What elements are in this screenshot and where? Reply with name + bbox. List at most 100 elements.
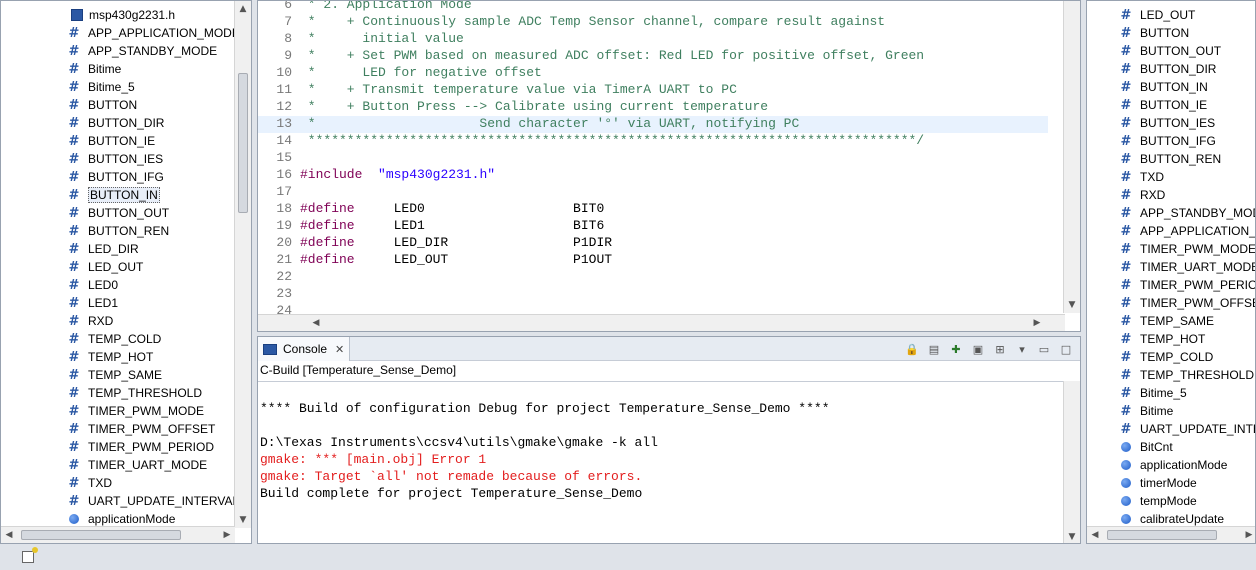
- scrollbar-thumb[interactable]: [238, 73, 248, 213]
- outline-item[interactable]: # RXD: [67, 312, 114, 330]
- code-line[interactable]: 18 #define LED0 BIT0: [258, 201, 1048, 218]
- outline-left-horizontal-scrollbar[interactable]: ◀ ▶: [1, 526, 235, 543]
- scroll-down-icon[interactable]: ▼: [1064, 529, 1080, 543]
- outline-item[interactable]: # TEMP_COLD: [67, 330, 162, 348]
- tab-console[interactable]: Console ✕: [258, 337, 350, 361]
- outline-item[interactable]: msp430g2231.h: [71, 6, 175, 24]
- outline-item[interactable]: # BUTTON_IFG: [67, 168, 164, 186]
- outline-item[interactable]: # APP_APPLICATION_MODE: [67, 24, 240, 42]
- outline-item[interactable]: # BUTTON_IN: [67, 186, 160, 204]
- outline-item[interactable]: # Bitime: [1119, 402, 1174, 420]
- scroll-right-icon[interactable]: ▶: [1241, 527, 1255, 543]
- code-line[interactable]: 17: [258, 184, 1048, 201]
- outline-item[interactable]: # BUTTON: [1119, 24, 1190, 42]
- outline-item[interactable]: # LED0: [67, 276, 118, 294]
- outline-item[interactable]: # TEMP_HOT: [1119, 330, 1206, 348]
- scroll-up-icon[interactable]: ▲: [235, 1, 251, 17]
- outline-item[interactable]: # TEMP_SAME: [67, 366, 162, 384]
- code-editor[interactable]: 6 * 2. Application Mode 7 * + Continuousl…: [257, 0, 1081, 332]
- outline-item[interactable]: # TIMER_UART_MODE: [1119, 258, 1255, 276]
- scroll-right-icon[interactable]: ▶: [219, 527, 235, 543]
- outline-item[interactable]: # BUTTON_DIR: [1119, 60, 1217, 78]
- minimize-icon[interactable]: ▭: [1036, 341, 1052, 357]
- scrollbar-thumb[interactable]: [1107, 530, 1217, 540]
- outline-item[interactable]: # Bitime: [67, 60, 122, 78]
- code-line[interactable]: 12 * + Button Press --> Calibrate using …: [258, 99, 1048, 116]
- outline-item[interactable]: timerMode: [1119, 474, 1197, 492]
- outline-item[interactable]: # LED_DIR: [67, 240, 139, 258]
- scroll-left-icon[interactable]: ◀: [1, 527, 17, 543]
- code-line[interactable]: 9 * + Set PWM based on measured ADC offs…: [258, 48, 1048, 65]
- outline-item[interactable]: # TEMP_THRESHOLD: [1119, 366, 1254, 384]
- outline-item[interactable]: # BUTTON_IFG: [1119, 132, 1216, 150]
- outline-item[interactable]: # BUTTON: [67, 96, 138, 114]
- editor-horizontal-scrollbar[interactable]: ◀ ▶: [258, 314, 1065, 331]
- scroll-left-icon[interactable]: ◀: [308, 315, 324, 331]
- outline-item[interactable]: # APP_APPLICATION_I: [1119, 222, 1255, 240]
- outline-item[interactable]: # TXD: [1119, 168, 1164, 186]
- outline-item[interactable]: BitCnt: [1119, 438, 1173, 456]
- outline-item[interactable]: tempMode: [1119, 492, 1197, 510]
- outline-item[interactable]: # TXD: [67, 474, 112, 492]
- code-line[interactable]: 21 #define LED_OUT P1OUT: [258, 252, 1048, 269]
- outline-item[interactable]: # LED_OUT: [1119, 6, 1196, 24]
- scroll-down-icon[interactable]: ▼: [1064, 297, 1080, 313]
- outline-item[interactable]: # BUTTON_OUT: [67, 204, 170, 222]
- outline-item[interactable]: # RXD: [1119, 186, 1166, 204]
- outline-item[interactable]: # TIMER_PWM_OFFSET: [1119, 294, 1255, 312]
- console-output[interactable]: **** Build of configuration Debug for pr…: [258, 381, 1065, 543]
- outline-item[interactable]: # TEMP_SAME: [1119, 312, 1214, 330]
- code-line[interactable]: 19 #define LED1 BIT6: [258, 218, 1048, 235]
- code-line[interactable]: 6 * 2. Application Mode: [258, 1, 1048, 14]
- code-line[interactable]: 16 #include "msp430g2231.h": [258, 167, 1048, 184]
- outline-item[interactable]: # TEMP_HOT: [67, 348, 154, 366]
- code-line[interactable]: 7 * + Continuously sample ADC Temp Senso…: [258, 14, 1048, 31]
- outline-item[interactable]: # UART_UPDATE_INTE: [1119, 420, 1255, 438]
- outline-item[interactable]: # BUTTON_DIR: [67, 114, 165, 132]
- outline-item[interactable]: # APP_STANDBY_MOD: [1119, 204, 1255, 222]
- code-line[interactable]: 11 * + Transmit temperature value via Ti…: [258, 82, 1048, 99]
- close-icon[interactable]: ✕: [335, 343, 344, 356]
- outline-item[interactable]: applicationMode: [1119, 456, 1227, 474]
- outline-right-horizontal-scrollbar[interactable]: ◀ ▶: [1087, 526, 1255, 543]
- outline-item[interactable]: # LED_OUT: [67, 258, 144, 276]
- code-line[interactable]: 22: [258, 269, 1048, 286]
- outline-item[interactable]: # BUTTON_REN: [67, 222, 170, 240]
- outline-item[interactable]: # LED1: [67, 294, 118, 312]
- code-line[interactable]: 10 * LED for negative offset: [258, 65, 1048, 82]
- outline-item[interactable]: # TIMER_UART_MODE: [67, 456, 208, 474]
- outline-item[interactable]: # BUTTON_IN: [1119, 78, 1208, 96]
- outline-item[interactable]: # Bitime_5: [1119, 384, 1187, 402]
- scrollbar-thumb[interactable]: [21, 530, 181, 540]
- open-console-icon[interactable]: ⊞: [992, 341, 1008, 357]
- outline-item[interactable]: # TEMP_COLD: [1119, 348, 1214, 366]
- outline-item[interactable]: # UART_UPDATE_INTERVAL: [67, 492, 240, 510]
- scroll-down-icon[interactable]: ▼: [235, 512, 251, 528]
- outline-item[interactable]: # Bitime_5: [67, 78, 135, 96]
- maximize-icon[interactable]: □: [1058, 341, 1074, 357]
- outline-item[interactable]: # BUTTON_OUT: [1119, 42, 1222, 60]
- console-vertical-scrollbar[interactable]: ▼: [1063, 381, 1080, 543]
- outline-item[interactable]: # TIMER_PWM_PERIOD: [67, 438, 214, 456]
- outline-item[interactable]: # TEMP_THRESHOLD: [67, 384, 202, 402]
- pin-console-icon[interactable]: ✚: [948, 341, 964, 357]
- code-line[interactable]: 15: [258, 150, 1048, 167]
- code-line[interactable]: 8 * initial value: [258, 31, 1048, 48]
- outline-item[interactable]: # TIMER_PWM_OFFSET: [67, 420, 216, 438]
- view-menu-icon[interactable]: ▾: [1014, 341, 1030, 357]
- outline-item[interactable]: # APP_STANDBY_MODE: [67, 42, 218, 60]
- display-console-icon[interactable]: ▣: [970, 341, 986, 357]
- code-line[interactable]: 13 * Send character '°' via UART, notify…: [258, 116, 1048, 133]
- outline-item[interactable]: # BUTTON_IES: [1119, 114, 1216, 132]
- outline-item[interactable]: # TIMER_PWM_PERIOD: [1119, 276, 1255, 294]
- outline-item[interactable]: # TIMER_PWM_MODE: [1119, 240, 1255, 258]
- scroll-right-icon[interactable]: ▶: [1029, 315, 1045, 331]
- lock-icon[interactable]: 🔒: [904, 341, 920, 357]
- clear-console-icon[interactable]: ▤: [926, 341, 942, 357]
- code-line[interactable]: 20 #define LED_DIR P1DIR: [258, 235, 1048, 252]
- outline-item[interactable]: # BUTTON_IE: [67, 132, 156, 150]
- code-line[interactable]: 14 *************************************…: [258, 133, 1048, 150]
- outline-item[interactable]: # TIMER_PWM_MODE: [67, 402, 204, 420]
- outline-left-vertical-scrollbar[interactable]: ▲ ▼: [234, 1, 251, 528]
- outline-item[interactable]: # BUTTON_IES: [67, 150, 164, 168]
